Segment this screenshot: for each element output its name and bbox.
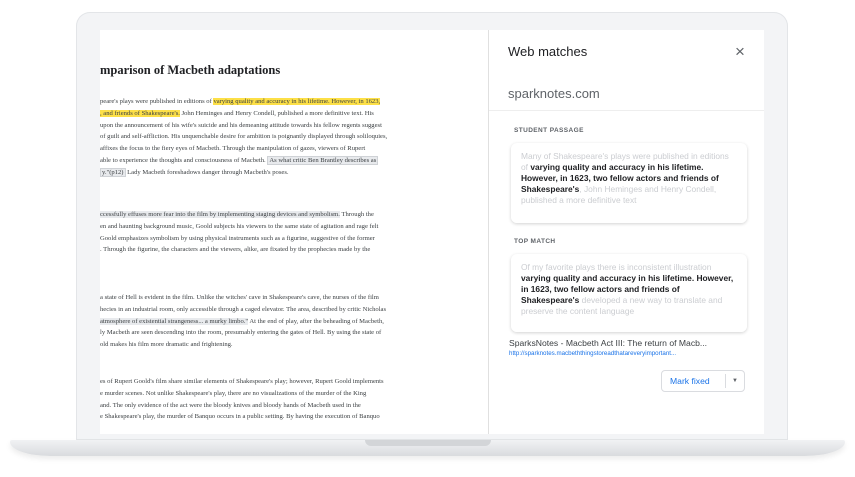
line-text: hecies in an industrial room, only acces… [100,305,387,313]
line-text: Goold emphasizes symbolism by using phys… [100,234,375,242]
line-text: old makes his film more dramatic and fri… [100,341,233,349]
document-line: e murder scenes. Not unlike Shakespeare'… [100,388,488,400]
top-match-text: Of my favorite plays there is inconsiste… [521,262,734,316]
matched-text-highlight: , and friends of Shakespeare's. [100,109,180,117]
line-text: Lady Macbeth foreshadows danger through … [125,168,289,176]
close-icon[interactable]: × [730,42,750,62]
document-line: and. The only evidence of the act were t… [100,400,488,412]
matched-text-highlight: varying quality and accuracy in his life… [213,98,381,105]
line-text: e murder scenes. Not unlike Shakespeare'… [100,389,367,397]
paragraph-1: peare's plays were published in editions… [100,96,488,179]
flagged-text: y."(p12) [100,167,126,177]
document-line: Goold emphasizes symbolism by using phys… [100,233,488,245]
panel-title: Web matches [508,44,588,59]
document-line: atmosphere of existential strangeness...… [100,316,488,328]
document-line: upon the announcement of his wife's suic… [100,120,488,132]
document-line: affixes the focus to the fiery eyes of M… [100,143,488,155]
line-text: John Heminges and Henry Condell, publish… [179,109,374,117]
line-text: of guilt and self-affliction. His unquen… [100,133,388,141]
document-line: . Through the figurine, the characters a… [100,244,488,256]
line-text: affixes the focus to the fiery eyes of M… [100,145,366,153]
laptop-base-notch [365,440,491,446]
document-line: hecies in an industrial room, only acces… [100,304,488,316]
line-text: a state of Hell is evident in the film. … [100,294,379,301]
document-line: old makes his film more dramatic and fri… [100,339,488,351]
student-passage-label: STUDENT PASSAGE [514,127,584,134]
document-line: e Shakespeare's play, the murder of Banq… [100,411,488,423]
line-text: and. The only evidence of the act were t… [100,401,361,409]
button-divider [725,374,726,388]
top-match-card: Of my favorite plays there is inconsiste… [511,254,747,332]
student-passage-card: Many of Shakespeare's plays were publish… [511,143,747,223]
card-fade [511,209,747,223]
document-line: y."(p12) Lady Macbeth foreshadows danger… [100,167,488,179]
line-text: ly Macbeth are seen descending into the … [100,329,382,337]
line-text: upon the announcement of his wife's suic… [100,121,382,129]
card-fade [511,318,747,332]
document-body[interactable]: mparison of Macbeth adaptations peare's … [100,30,488,434]
line-text: able to experience the thoughts and cons… [100,156,268,164]
line-text: . Through the figurine, the characters a… [100,246,371,254]
document-line: of guilt and self-affliction. His unquen… [100,131,488,143]
document-line: es of Rupert Goold's film share similar … [100,376,488,388]
student-passage-text: Many of Shakespeare's plays were publish… [521,151,729,205]
document-line: ly Macbeth are seen descending into the … [100,327,488,339]
match-source-link[interactable]: http://sparknotes.macbeththingstoreadtha… [509,350,749,357]
match-source-title[interactable]: SparksNotes - Macbeth Act III: The retur… [509,338,749,348]
mark-fixed-button[interactable]: Mark fixed ▼ [661,370,745,392]
line-text: e Shakespeare's play, the murder of Banq… [100,413,380,421]
document-title: mparison of Macbeth adaptations [100,63,281,77]
flagged-text: As what critic Ben Brantley describes as [267,155,379,165]
line-text: At the end of play, after the beheading … [248,317,384,325]
dropdown-arrow-icon[interactable]: ▼ [728,375,742,387]
line-text: es of Rupert Goold's film share similar … [100,378,384,385]
document-line: able to experience the thoughts and cons… [100,155,488,167]
panel-separator [489,110,764,111]
paragraph-2: ccessfully effuses more fear into the fi… [100,209,488,256]
document-line: a state of Hell is evident in the film. … [100,292,488,304]
document-line: , and friends of Shakespeare's. John Hem… [100,108,488,120]
document-line: en and haunting background music, Goold … [100,221,488,233]
line-text: peare's plays were published in editions… [100,98,214,105]
highlighted-text: ccessfully effuses more fear into the fi… [100,211,340,218]
highlighted-text: atmosphere of existential strangeness...… [100,317,249,325]
top-match-label: TOP MATCH [514,238,556,245]
document-line: peare's plays were published in editions… [100,96,488,108]
line-text: en and haunting background music, Goold … [100,222,379,230]
paragraph-4: es of Rupert Goold's film share similar … [100,376,488,423]
mark-fixed-label: Mark fixed [670,376,710,386]
document-line: ccessfully effuses more fear into the fi… [100,209,488,221]
app-screen: mparison of Macbeth adaptations peare's … [100,30,764,434]
line-text: Through the [339,211,374,218]
paragraph-3: a state of Hell is evident in the film. … [100,292,488,351]
web-matches-panel: Web matches × sparknotes.com STUDENT PAS… [489,30,764,434]
source-domain: sparknotes.com [508,86,600,101]
